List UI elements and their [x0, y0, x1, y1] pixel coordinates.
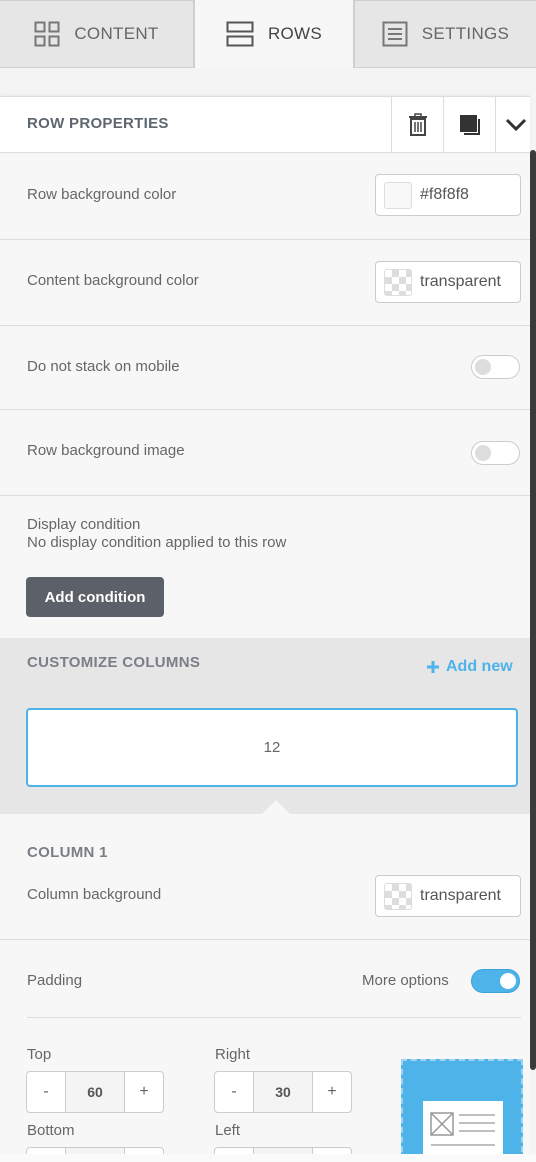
decrement-button[interactable]: - [27, 1072, 65, 1112]
toggle-knob [500, 973, 516, 989]
column-1-title: COLUMN 1 [27, 844, 108, 861]
padding-right-value[interactable]: 30 [253, 1072, 313, 1112]
more-options-label: More options [362, 972, 449, 989]
tab-rows-label: ROWS [267, 24, 323, 43]
rows-icon [226, 21, 254, 47]
selected-column-pointer [261, 800, 291, 815]
more-options-toggle[interactable] [471, 969, 520, 993]
customize-columns-title: CUSTOMIZE COLUMNS [27, 654, 201, 671]
color-swatch [384, 182, 412, 209]
preview-content-block [423, 1101, 503, 1162]
row-background-color-label: Row background color [27, 186, 177, 203]
padding-label: Padding [27, 972, 83, 989]
row-background-color-value: #f8f8f8 [420, 186, 469, 203]
scrollbar[interactable] [530, 150, 536, 1070]
no-stack-mobile-row: Do not stack on mobile [0, 326, 530, 410]
padding-bottom-label: Bottom [27, 1122, 75, 1139]
display-condition-label: Display condition [27, 516, 141, 533]
decrement-button[interactable]: - [215, 1072, 253, 1112]
content-background-color-label: Content background color [27, 272, 199, 289]
column-width-box[interactable]: 12 [26, 708, 518, 787]
tab-bar: CONTENT ROWS SETTINGS [0, 0, 536, 68]
duplicate-icon [459, 114, 480, 135]
transparent-swatch [384, 883, 412, 910]
row-background-image-row: Row background image [0, 410, 530, 496]
image-placeholder-icon [430, 1112, 495, 1146]
padding-top-stepper: - 60 + [26, 1071, 164, 1113]
column-background-value: transparent [420, 887, 501, 904]
no-stack-mobile-label: Do not stack on mobile [27, 358, 180, 375]
tab-content[interactable]: CONTENT [0, 0, 194, 68]
tab-settings[interactable]: SETTINGS [354, 0, 536, 68]
padding-right-label: Right [215, 1046, 251, 1063]
customize-columns-section: CUSTOMIZE COLUMNS Add new 12 [0, 638, 530, 814]
increment-button[interactable]: + [125, 1072, 163, 1112]
divider [27, 1017, 521, 1018]
add-new-label: Add new [446, 658, 513, 675]
padding-preview [401, 1059, 523, 1162]
settings-doc-icon [382, 21, 408, 47]
trash-icon [408, 112, 427, 136]
column-background-picker[interactable]: transparent [375, 875, 521, 917]
row-properties-title: ROW PROPERTIES [27, 115, 169, 132]
display-condition-description: No display condition applied to this row [27, 534, 287, 551]
add-condition-button[interactable]: Add condition [26, 577, 164, 617]
bottom-edge [0, 1154, 536, 1162]
tab-settings-label: SETTINGS [421, 24, 510, 43]
content-background-color-picker[interactable]: transparent [375, 261, 521, 303]
padding-top-label: Top [27, 1046, 52, 1063]
padding-left-label: Left [215, 1122, 241, 1139]
increment-button[interactable]: + [313, 1072, 351, 1112]
toggle-knob [475, 359, 491, 375]
add-new-column-button[interactable]: Add new [426, 658, 513, 676]
no-stack-mobile-toggle[interactable] [471, 355, 520, 379]
plus-icon [427, 661, 439, 673]
row-background-color-picker[interactable]: #f8f8f8 [375, 174, 521, 216]
tab-content-label: CONTENT [74, 24, 159, 43]
row-background-color-row: Row background color #f8f8f8 [0, 153, 530, 240]
delete-row-button[interactable] [391, 97, 443, 152]
row-background-image-label: Row background image [27, 442, 185, 459]
toggle-knob [475, 445, 491, 461]
tab-rows[interactable]: ROWS [194, 0, 354, 68]
collapse-button[interactable] [495, 97, 536, 152]
row-background-image-toggle[interactable] [471, 441, 520, 465]
padding-right-stepper: - 30 + [214, 1071, 352, 1113]
column-1-section: COLUMN 1 Column background transparent [0, 814, 530, 940]
duplicate-row-button[interactable] [443, 97, 495, 152]
content-background-color-value: transparent [420, 273, 501, 290]
chevron-down-icon [505, 118, 527, 131]
column-background-label: Column background [27, 886, 162, 903]
content-background-color-row: Content background color transparent [0, 240, 530, 326]
grid-icon [34, 21, 60, 47]
padding-top-value[interactable]: 60 [65, 1072, 125, 1112]
transparent-swatch [384, 269, 412, 296]
row-properties-header: ROW PROPERTIES [0, 96, 530, 153]
